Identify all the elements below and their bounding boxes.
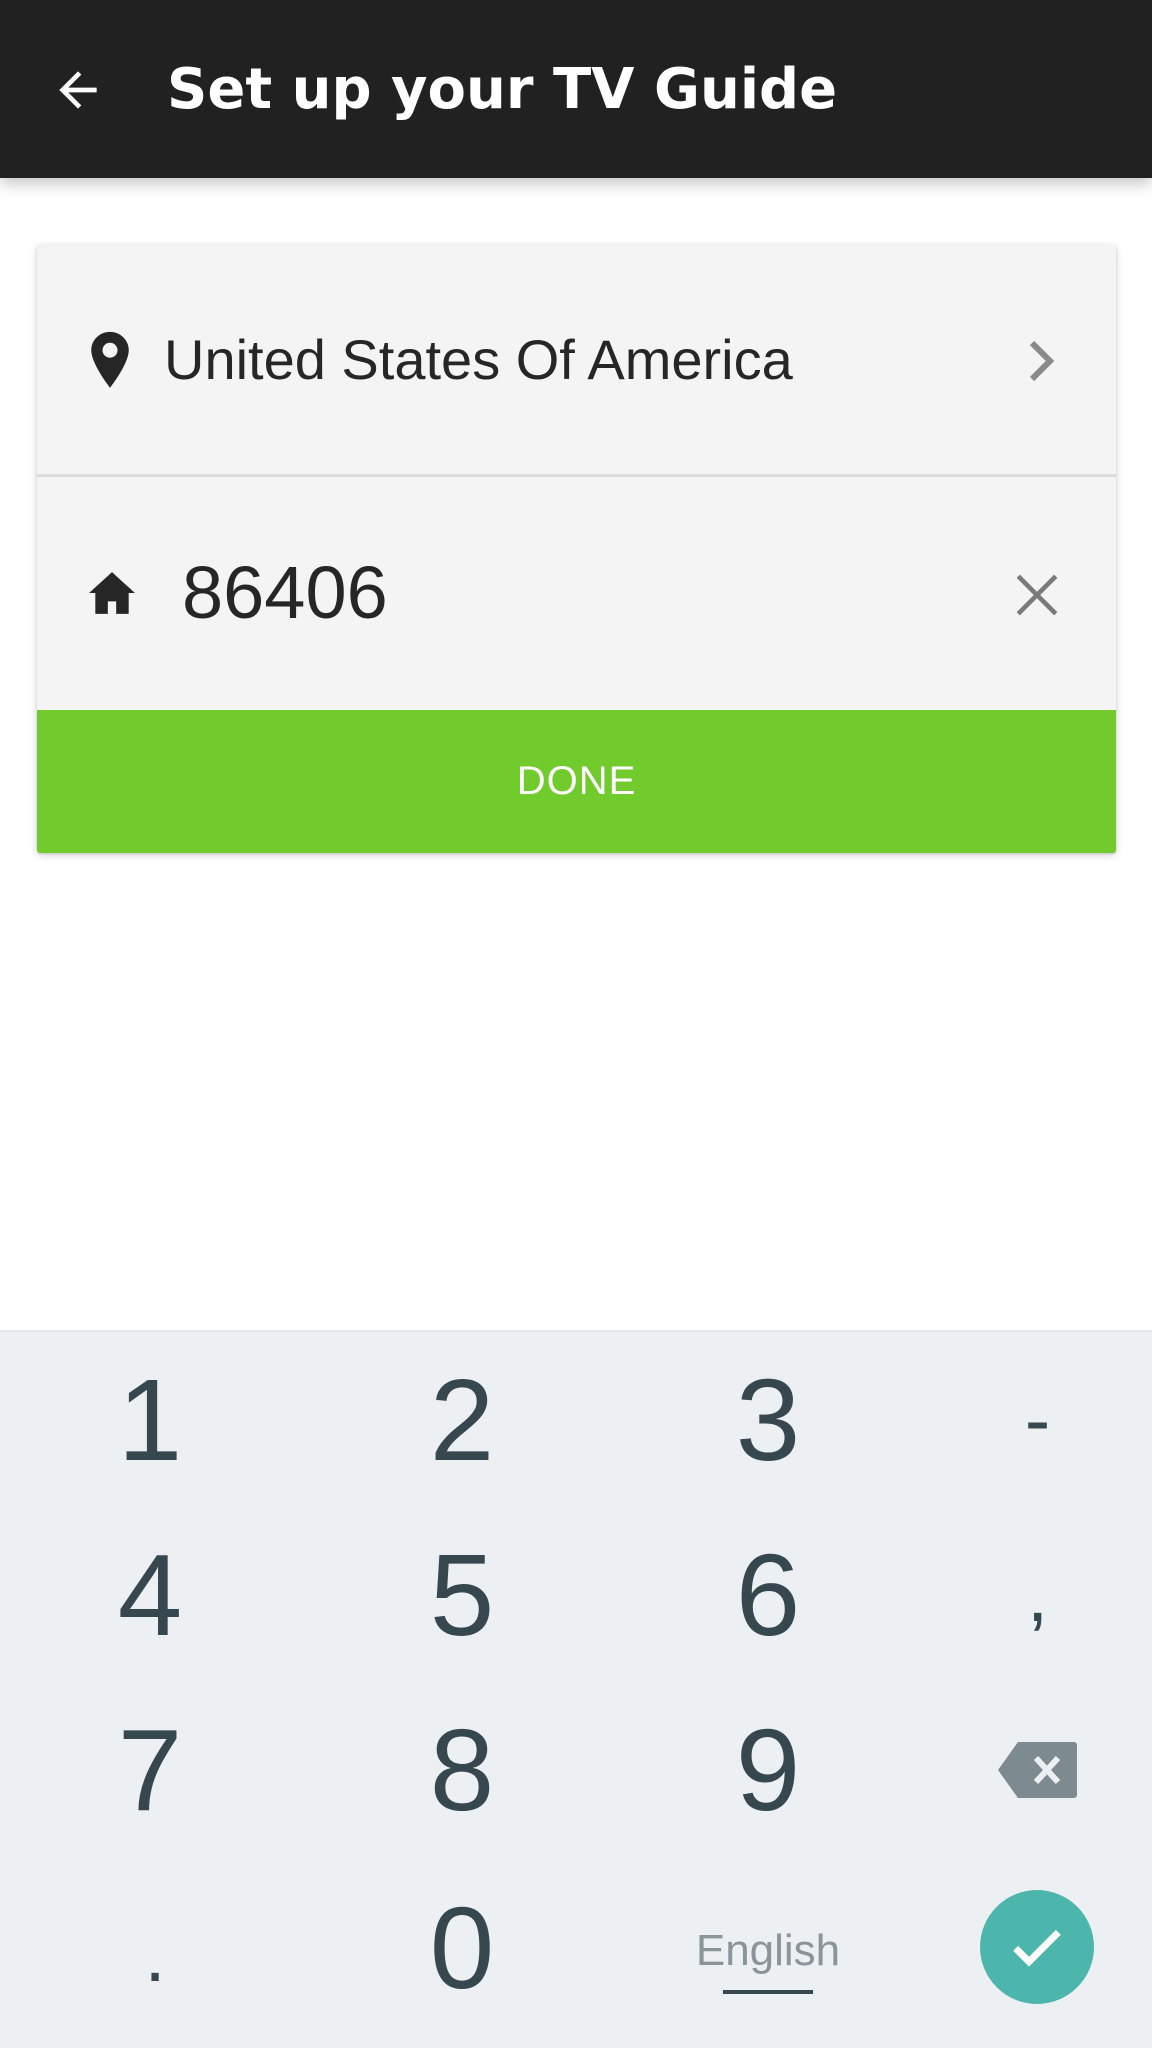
key-5[interactable]: 5 (372, 1530, 552, 1660)
key-9[interactable]: 9 (678, 1705, 858, 1835)
key-2[interactable]: 2 (372, 1355, 552, 1485)
country-label: United States Of America (164, 328, 793, 391)
zip-code-input[interactable] (182, 537, 982, 647)
key-0[interactable]: 0 (372, 1883, 552, 2013)
checkmark-icon (1013, 1929, 1061, 1967)
key-7[interactable]: 7 (60, 1705, 240, 1835)
arrow-back-icon (59, 71, 97, 109)
page-title: Set up your TV Guide (167, 57, 838, 122)
key-3[interactable]: 3 (678, 1355, 858, 1485)
tv-guide-setup-card: United States Of America DONE (37, 245, 1116, 853)
key-comma[interactable]: , (950, 1535, 1125, 1655)
backspace-key[interactable] (980, 1710, 1094, 1830)
done-button[interactable]: DONE (37, 710, 1116, 853)
close-icon (1016, 574, 1058, 616)
app-bar: Set up your TV Guide (0, 0, 1152, 178)
zip-code-row (37, 477, 1116, 710)
key-period[interactable]: . (80, 1900, 230, 2010)
back-button[interactable] (38, 50, 118, 130)
language-switch-key[interactable]: English (658, 1910, 878, 2010)
backspace-icon (998, 1742, 1077, 1798)
location-pin-icon (91, 331, 129, 388)
key-dash[interactable]: - (950, 1360, 1125, 1480)
country-selector[interactable]: United States Of America (37, 245, 1116, 474)
clear-zip-button[interactable] (1002, 560, 1072, 630)
home-icon (89, 572, 135, 614)
key-8[interactable]: 8 (372, 1705, 552, 1835)
key-1[interactable]: 1 (60, 1355, 240, 1485)
language-indicator (723, 1990, 813, 1994)
chevron-right-icon (1029, 340, 1055, 382)
key-4[interactable]: 4 (60, 1530, 240, 1660)
key-6[interactable]: 6 (678, 1530, 858, 1660)
language-label: English (695, 1926, 841, 1975)
enter-key[interactable] (980, 1890, 1094, 2004)
